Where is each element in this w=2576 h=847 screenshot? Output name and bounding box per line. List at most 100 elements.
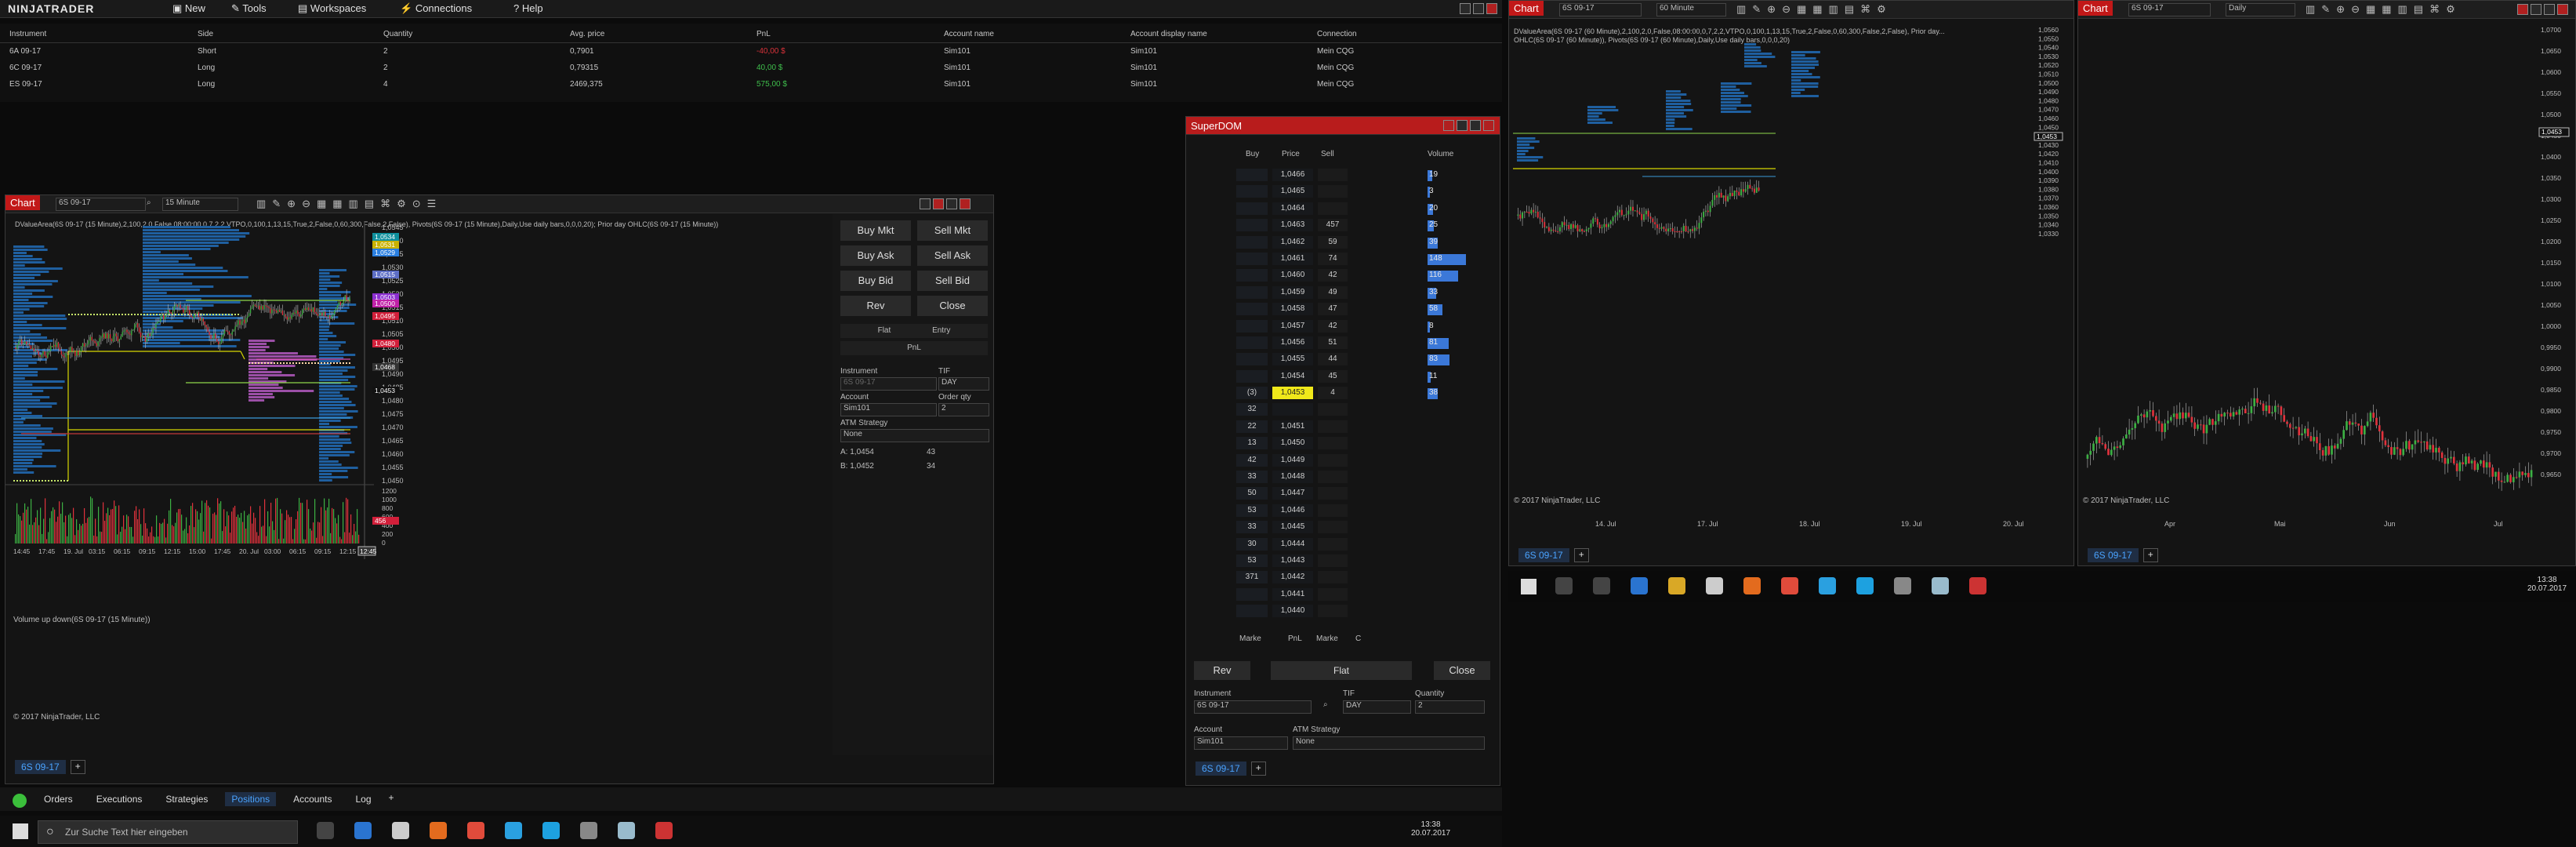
chart1-close-icon[interactable] [960,198,971,209]
app-icon[interactable] [505,822,522,839]
dom-rev-button[interactable]: Rev [1194,661,1250,680]
chart3-max-icon[interactable] [2544,4,2555,15]
dom-footer-market-sell[interactable]: Marke [1316,634,1338,643]
notepad-icon[interactable] [618,822,635,839]
cc-tab-orders[interactable]: Orders [38,792,79,806]
skype-icon[interactable] [542,822,560,839]
chart2-canvas[interactable]: 1,05601,0550 1,05401,05301,0520 1,05101,05… [1509,20,2073,537]
minimize-icon[interactable] [1460,3,1471,14]
dom-sell-cell[interactable] [1318,571,1348,584]
ninjatrader-icon-2[interactable] [1969,577,1986,594]
firefox-icon-2[interactable] [1743,577,1761,594]
dom-sell-cell[interactable] [1318,403,1348,416]
dom-sell-cell[interactable] [1318,554,1348,567]
position-cell-conn[interactable]: Mein CQG [1317,80,1354,89]
chart3-interval[interactable]: Daily [2226,3,2295,16]
dom-buy-cell[interactable] [1236,285,1268,299]
chart1-max-icon[interactable] [946,198,957,209]
dom-row[interactable]: 1,0440 [1236,603,1478,620]
task-view-icon[interactable] [317,822,334,839]
position-cell-instrument[interactable]: 6C 09-17 [9,64,42,72]
position-cell-pnl[interactable]: 40,00 $ [756,64,782,72]
ninjatrader-icon[interactable] [655,822,673,839]
dom-vol-cell[interactable]: 116 [1429,269,1468,282]
dom-price-cell[interactable]: 1,0442 [1272,571,1313,584]
menu-help[interactable]: ? Help [513,2,543,14]
position-cell-account[interactable]: Sim101 [944,47,971,56]
dom-sell-cell[interactable]: 59 [1318,235,1348,249]
dom-price-cell[interactable]: 1,0460 [1272,269,1313,282]
app-icon-2[interactable] [1819,577,1836,594]
dom-vol-cell[interactable]: 20 [1429,202,1468,215]
dom-price-cell[interactable]: 1,0445 [1272,521,1313,534]
instrument-select[interactable]: 6S 09-17 [840,377,937,391]
dom-row[interactable]: 1,0441 [1236,587,1478,603]
buy-ask-button[interactable]: Buy Ask [840,245,911,266]
add-tab-icon[interactable]: + [70,760,85,774]
position-cell-side[interactable]: Short [198,47,216,56]
dom-buy-cell[interactable]: 53 [1236,554,1268,567]
dom-atm-select[interactable]: None [1293,736,1485,750]
col-quantity[interactable]: Quantity [383,30,412,38]
dom-sell-cell[interactable]: 44 [1318,353,1348,366]
tif-select[interactable]: DAY [938,377,989,391]
dom-row[interactable]: 50 1,0447 [1236,485,1478,502]
taskbar-search[interactable]: ○ Zur Suche Text hier eingeben [38,820,298,844]
dom-sell-cell[interactable] [1318,437,1348,450]
atm-select[interactable]: None [840,429,989,442]
network-app-icon-2[interactable] [1894,577,1911,594]
close-icon[interactable] [1486,3,1497,14]
qty-input[interactable]: 2 [938,403,989,416]
position-cell-instrument[interactable]: 6A 09-17 [9,47,41,56]
dom-close-button[interactable]: Close [1434,661,1490,680]
sell-ask-button[interactable]: Sell Ask [917,245,988,266]
dom-price-cell[interactable]: 1,0462 [1272,235,1313,249]
dom-vol-cell[interactable]: 19 [1429,169,1468,181]
dom-row[interactable]: 30 1,0444 [1236,536,1478,553]
position-cell-account[interactable]: Sim101 [944,64,971,72]
chart1-interval[interactable]: 15 Minute [162,198,238,211]
dom-buy-cell[interactable]: 42 [1236,453,1268,467]
dom-row[interactable]: 22 1,0451 [1236,419,1478,435]
dom-price-cell[interactable]: 1,0440 [1272,605,1313,618]
firefox-icon[interactable] [430,822,447,839]
dom-price-cell[interactable]: 1,0444 [1272,537,1313,551]
cc-add-tab-icon[interactable]: + [389,792,394,806]
dom-sell-cell[interactable] [1318,605,1348,618]
dom-buy-cell[interactable]: 22 [1236,420,1268,433]
dom-price-cell[interactable]: 1,0448 [1272,471,1313,484]
dom-sell-cell[interactable]: 49 [1318,285,1348,299]
dom-qty-input[interactable]: 2 [1415,700,1485,714]
dom-vol-cell[interactable]: 148 [1429,253,1468,265]
store-icon-2[interactable] [1706,577,1723,594]
dom-price-cell[interactable]: 1,0463 [1272,219,1313,232]
dom-row[interactable]: 53 1,0446 [1236,503,1478,519]
dom-min-icon[interactable] [1457,120,1468,131]
chart1-instrument[interactable]: 6S 09-17 [56,198,146,211]
position-cell-conn[interactable]: Mein CQG [1317,47,1354,56]
dom-row[interactable]: 1,0461 74 148 [1236,251,1478,267]
dom-sell-cell[interactable] [1318,420,1348,433]
dom-sell-cell[interactable] [1318,453,1348,467]
dom-row[interactable]: 32 [1236,402,1478,418]
dom-buy-cell[interactable]: 33 [1236,471,1268,484]
position-cell-instrument[interactable]: ES 09-17 [9,80,42,89]
dom-vol-cell[interactable]: 11 [1429,370,1468,383]
search-icon[interactable]: ⌕ [147,198,151,207]
dom-vol-cell[interactable]: 58 [1429,303,1468,315]
windows-start-icon-2[interactable] [1521,579,1537,594]
position-cell-conn[interactable]: Mein CQG [1317,64,1354,72]
dom-buy-cell[interactable] [1236,605,1268,618]
dom-row[interactable]: 42 1,0449 [1236,453,1478,469]
dom-buy-cell[interactable] [1236,587,1268,601]
edge-icon-2[interactable] [1631,577,1648,594]
dom-buy-cell[interactable]: 53 [1236,503,1268,517]
chart1-link-icon[interactable] [933,198,944,209]
dom-sell-cell[interactable]: 42 [1318,269,1348,282]
dom-account-select[interactable]: Sim101 [1194,736,1288,750]
dom-price-cell[interactable]: 1,0457 [1272,319,1313,333]
dom-vol-cell[interactable]: 33 [1429,286,1468,299]
cc-tab-executions[interactable]: Executions [90,792,149,806]
dom-price-cell[interactable]: 1,0441 [1272,587,1313,601]
dom-price-cell[interactable]: 1,0453 [1272,387,1313,400]
